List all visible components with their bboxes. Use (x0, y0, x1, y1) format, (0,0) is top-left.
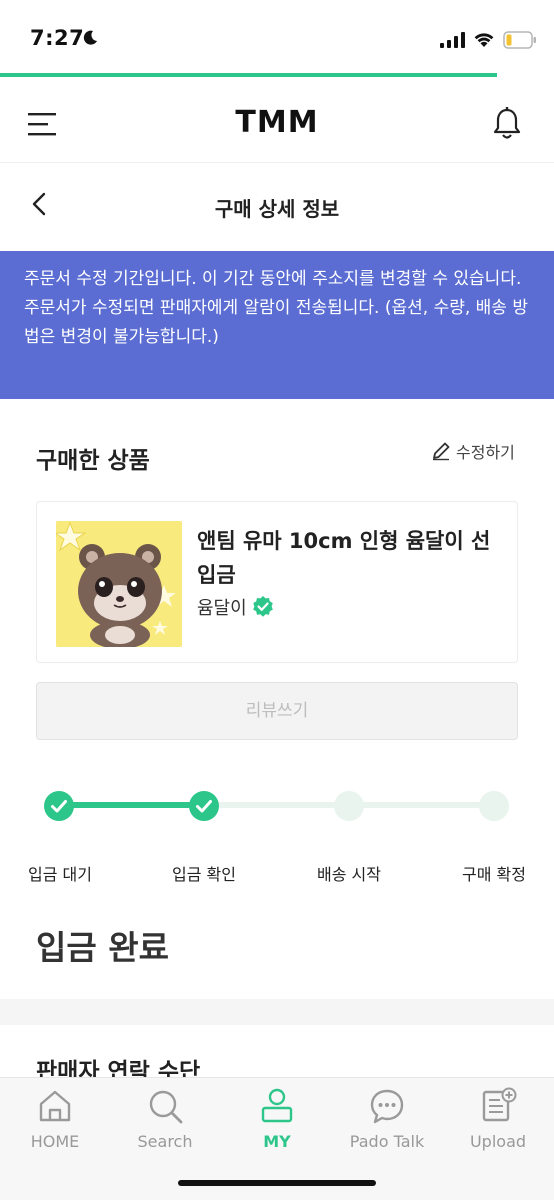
user-icon (261, 1088, 293, 1123)
edit-order-button[interactable]: 수정하기 (430, 439, 515, 463)
step-label-deposit-waiting: 입금 대기 (28, 865, 92, 884)
title-bar: 구매 상세 정보 (0, 163, 554, 251)
app-header: TMM (0, 85, 554, 163)
step-label-shipping-started: 배송 시작 (317, 865, 381, 884)
step-node-deposit-waiting (44, 791, 74, 821)
nav-home[interactable]: HOME (0, 1086, 110, 1151)
notice-line-2: 주문서가 수정되면 판매자에게 알람이 전송됩니다. (옵션, 수량, 배송 방… (24, 298, 528, 347)
seller-info[interactable]: 윰달이 (197, 594, 275, 620)
nav-home-label: HOME (30, 1132, 80, 1151)
verified-badge-icon (252, 596, 273, 617)
product-image[interactable] (56, 521, 182, 647)
step-node-deposit-confirmed (189, 791, 219, 821)
plush-doll-image (56, 521, 182, 647)
check-icon (51, 800, 67, 813)
cellular-signal-icon (440, 32, 465, 48)
search-icon (149, 1090, 183, 1124)
upload-icon (482, 1087, 517, 1122)
current-order-status: 입금 완료 (36, 928, 169, 967)
product-card[interactable]: 앤팀 유마 10cm 인형 윰달이 선입금 윰달이 (36, 501, 518, 663)
write-review-button[interactable]: 리뷰쓰기 (36, 682, 518, 740)
order-progress-stepper: 입금 대기 입금 확인 배송 시작 구매 확정 (0, 779, 554, 899)
notice-line-1: 주문서 수정 기간입니다. 이 기간 동안에 주소지를 변경할 수 있습니다. (24, 269, 522, 289)
home-icon (39, 1090, 71, 1122)
nav-pado-talk-label: Pado Talk (349, 1132, 425, 1151)
app-logo[interactable]: TMM (0, 105, 554, 140)
page-load-progress (0, 73, 497, 77)
moon-icon (83, 30, 97, 45)
edit-period-notice: 주문서 수정 기간입니다. 이 기간 동안에 주소지를 변경할 수 있습니다. … (0, 251, 554, 399)
nav-pado-talk[interactable]: Pado Talk (332, 1086, 442, 1151)
edit-order-label: 수정하기 (456, 443, 515, 462)
check-icon (196, 800, 212, 813)
seller-name: 윰달이 (197, 598, 247, 619)
step-connector-2 (204, 802, 349, 808)
nav-search-label: Search (137, 1132, 193, 1151)
home-indicator[interactable] (178, 1180, 376, 1186)
section-divider (0, 999, 554, 1025)
product-name[interactable]: 앤팀 유마 10cm 인형 윰달이 선입금 (197, 524, 497, 592)
step-node-purchase-confirmed (479, 791, 509, 821)
nav-search[interactable]: Search (110, 1086, 220, 1151)
step-label-purchase-confirmed: 구매 확정 (462, 865, 526, 884)
nav-upload[interactable]: Upload (443, 1086, 553, 1151)
nav-upload-label: Upload (469, 1132, 527, 1151)
status-time: 7:27 (30, 26, 85, 50)
purchased-heading: 구매한 상품 (36, 448, 150, 474)
chat-bubble-icon (370, 1089, 404, 1124)
nav-my[interactable]: MY (222, 1086, 332, 1151)
status-bar: 7:27 (0, 0, 554, 74)
pencil-icon (433, 442, 450, 461)
nav-my-label: MY (263, 1132, 291, 1151)
purchased-section: 구매한 상품 수정하기 앤팀 유마 10cm 인형 윰달이 선입금 윰달이 리뷰… (0, 399, 554, 999)
step-connector-1 (59, 802, 204, 808)
notification-bell-icon[interactable] (492, 107, 522, 141)
wifi-icon (474, 33, 494, 47)
page-title: 구매 상세 정보 (214, 197, 340, 221)
step-label-deposit-confirmed: 입금 확인 (172, 865, 236, 884)
step-node-shipping-started (334, 791, 364, 821)
battery-icon (503, 31, 536, 49)
step-connector-3 (349, 802, 494, 808)
